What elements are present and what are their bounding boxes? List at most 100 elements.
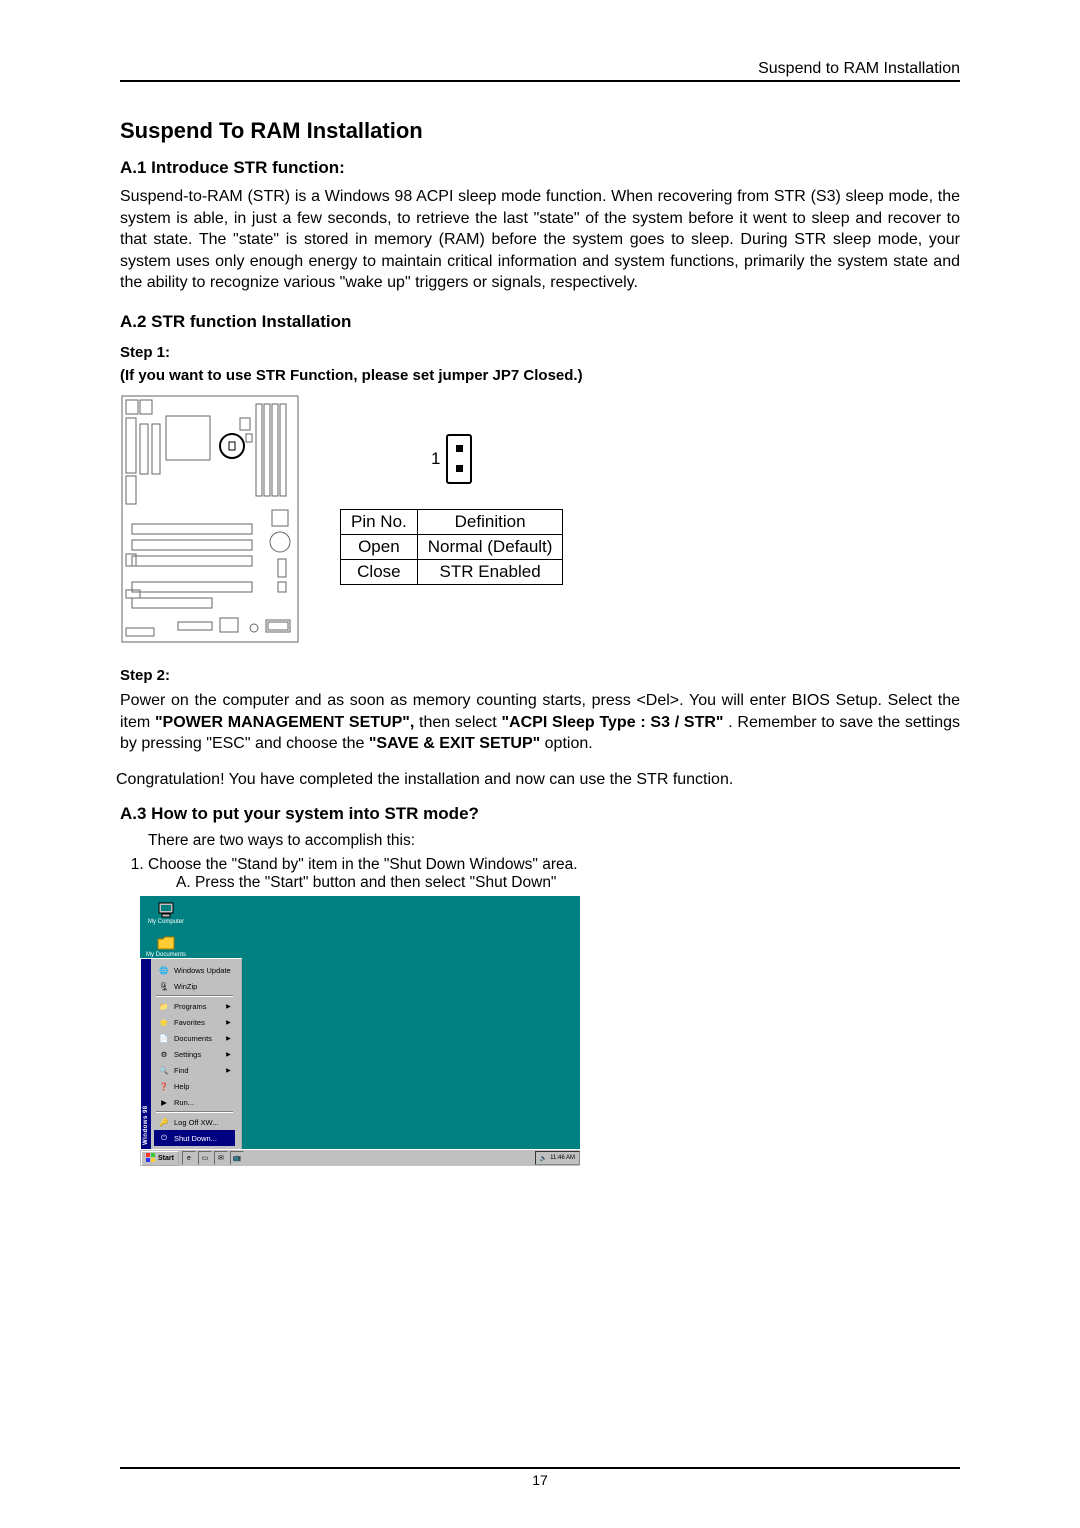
diagram-row: 1 Pin No. Definition Open Normal (Defaul… [120,394,960,649]
start-menu-item[interactable]: 🔑Log Off XW... [154,1114,235,1130]
start-menu-item[interactable]: 🔍 Find ▶ [154,1062,235,1078]
chevron-right-icon: ▶ [226,1051,231,1058]
computer-icon [157,902,175,918]
li1a-text: A. Press the "Start" button and then sel… [176,874,960,892]
a3-list: Choose the "Stand by" item in the "Shut … [120,856,960,892]
list-item: Choose the "Stand by" item in the "Shut … [148,856,960,892]
start-menu-item[interactable]: ▶ Run... [154,1094,235,1110]
step2-paragraph: Power on the computer and as soon as mem… [120,690,960,755]
help-icon: ❓ [158,1080,170,1092]
step1-label: Step 1: [120,344,960,361]
start-menu-item-label: Help [174,1082,189,1091]
start-menu-item[interactable]: 📁 Programs ▶ [154,998,235,1014]
folder-icon [157,935,175,951]
pin-1-label: 1 [431,449,440,469]
logoff-icon: 🔑 [158,1116,170,1128]
motherboard-svg [120,394,300,644]
start-menu-separator [156,1111,233,1113]
th-pin-no: Pin No. [341,509,418,534]
start-menu-banner: Windows 98 [141,959,151,1149]
speaker-icon[interactable]: 🔊 [540,1155,547,1162]
pin-column: 1 Pin No. Definition Open Normal (Defaul… [340,434,563,585]
step2-text: then select [419,714,501,731]
run-icon: ▶ [158,1096,170,1108]
settings-icon: ⚙ [158,1048,170,1060]
programs-icon: 📁 [158,1000,170,1012]
ql-ie-icon[interactable]: e [182,1151,196,1165]
motherboard-diagram [120,394,300,649]
windows-logo-icon [146,1153,156,1163]
a1-heading: A.1 Introduce STR function: [120,158,960,178]
jumper-box-icon [446,434,472,484]
chevron-right-icon: ▶ [226,1019,231,1026]
table-row: Open Normal (Default) [341,534,563,559]
start-menu-item[interactable]: ⚙ Settings ▶ [154,1046,235,1062]
th-definition: Definition [417,509,563,534]
globe-update-icon: 🌐 [158,964,170,976]
page-number: 17 [532,1472,548,1488]
ql-desktop-icon[interactable]: ▭ [198,1151,212,1165]
find-icon: 🔍 [158,1064,170,1076]
page-footer: 17 [120,1467,960,1488]
a3-heading: A.3 How to put your system into STR mode… [120,804,960,824]
step2-bold-acpi: "ACPI Sleep Type : S3 / STR" [501,714,723,731]
cell-close-def: STR Enabled [417,559,563,584]
cell-close: Close [341,559,418,584]
win98-screenshot: My Computer My Documents Internet Explor… [140,896,580,1166]
start-menu-item[interactable]: ⭐ Favorites ▶ [154,1014,235,1030]
desktop-icon-my-documents[interactable]: My Documents [146,935,186,958]
page-title: Suspend To RAM Installation [120,118,960,144]
cell-open: Open [341,534,418,559]
start-menu-items: 🌐 Windows Update 🗜 WinZip 📁 Programs ▶ ⭐ Favorit… [151,959,241,1149]
system-tray: 🔊 11:46 AM [535,1151,580,1165]
quick-launch: e ▭ ✉ 📺 [182,1151,244,1165]
desktop-icon-my-computer[interactable]: My Computer [146,902,186,925]
ql-outlook-icon[interactable]: ✉ [214,1151,228,1165]
start-menu-item-label: Shut Down... [174,1134,217,1143]
a3-intro: There are two ways to accomplish this: [148,832,960,850]
start-button[interactable]: Start [141,1151,179,1166]
start-menu-item[interactable]: 📄Documents▶ [154,1030,235,1046]
pin-dot-icon [456,465,463,472]
chevron-right-icon: ▶ [226,1035,231,1042]
ql-channel-icon[interactable]: 📺 [230,1151,244,1165]
a2-heading: A.2 STR function Installation [120,312,960,332]
start-menu-item[interactable]: 🗜 WinZip [154,978,235,994]
favorites-icon: ⭐ [158,1016,170,1028]
start-menu-item-label: Settings [174,1050,201,1059]
start-menu-item-label: Run... [174,1098,194,1107]
chevron-right-icon: ▶ [226,1067,231,1074]
cell-open-def: Normal (Default) [417,534,563,559]
start-menu-item-label: Windows Update [174,966,231,975]
jumper-table: Pin No. Definition Open Normal (Default)… [340,509,563,585]
start-menu-item-label: Programs [174,1002,207,1011]
step2-text: option. [545,735,593,752]
document-page: Suspend to RAM Installation Suspend To R… [0,0,1080,1528]
step2-bold-pm: "POWER MANAGEMENT SETUP", [155,714,414,731]
desktop-icon-label: My Computer [148,919,184,925]
table-row: Close STR Enabled [341,559,563,584]
pin-dot-icon [456,445,463,452]
start-menu-item[interactable]: 🌐 Windows Update [154,962,235,978]
header-right-text: Suspend to RAM Installation [120,60,960,78]
start-menu-item-label: WinZip [174,982,197,991]
table-row: Pin No. Definition [341,509,563,534]
page-header: Suspend to RAM Installation [120,60,960,82]
shutdown-icon: ⏻ [158,1132,170,1144]
start-menu-item-label: Favorites [174,1018,205,1027]
start-button-label: Start [158,1155,174,1162]
congrat-text: Congratulation! You have completed the i… [116,769,960,791]
winzip-icon: 🗜 [158,980,170,992]
start-menu: Windows 98 🌐 Windows Update 🗜 WinZip 📁 Progra… [140,958,242,1150]
taskbar: Start e ▭ ✉ 📺 🔊 11:46 AM [140,1149,580,1166]
start-menu-separator [156,995,233,997]
tray-clock: 11:46 AM [550,1155,575,1161]
start-menu-item[interactable]: ⏻ Shut Down... [154,1130,235,1146]
start-menu-item[interactable]: ❓ Help [154,1078,235,1094]
start-menu-item-label: Find [174,1066,189,1075]
step1-note: (If you want to use STR Function, please… [120,367,960,384]
a1-paragraph: Suspend-to-RAM (STR) is a Windows 98 ACP… [120,186,960,294]
li1-text: Choose the "Stand by" item in the "Shut … [148,856,578,873]
chevron-right-icon: ▶ [226,1003,231,1010]
step2-label: Step 2: [120,667,960,684]
